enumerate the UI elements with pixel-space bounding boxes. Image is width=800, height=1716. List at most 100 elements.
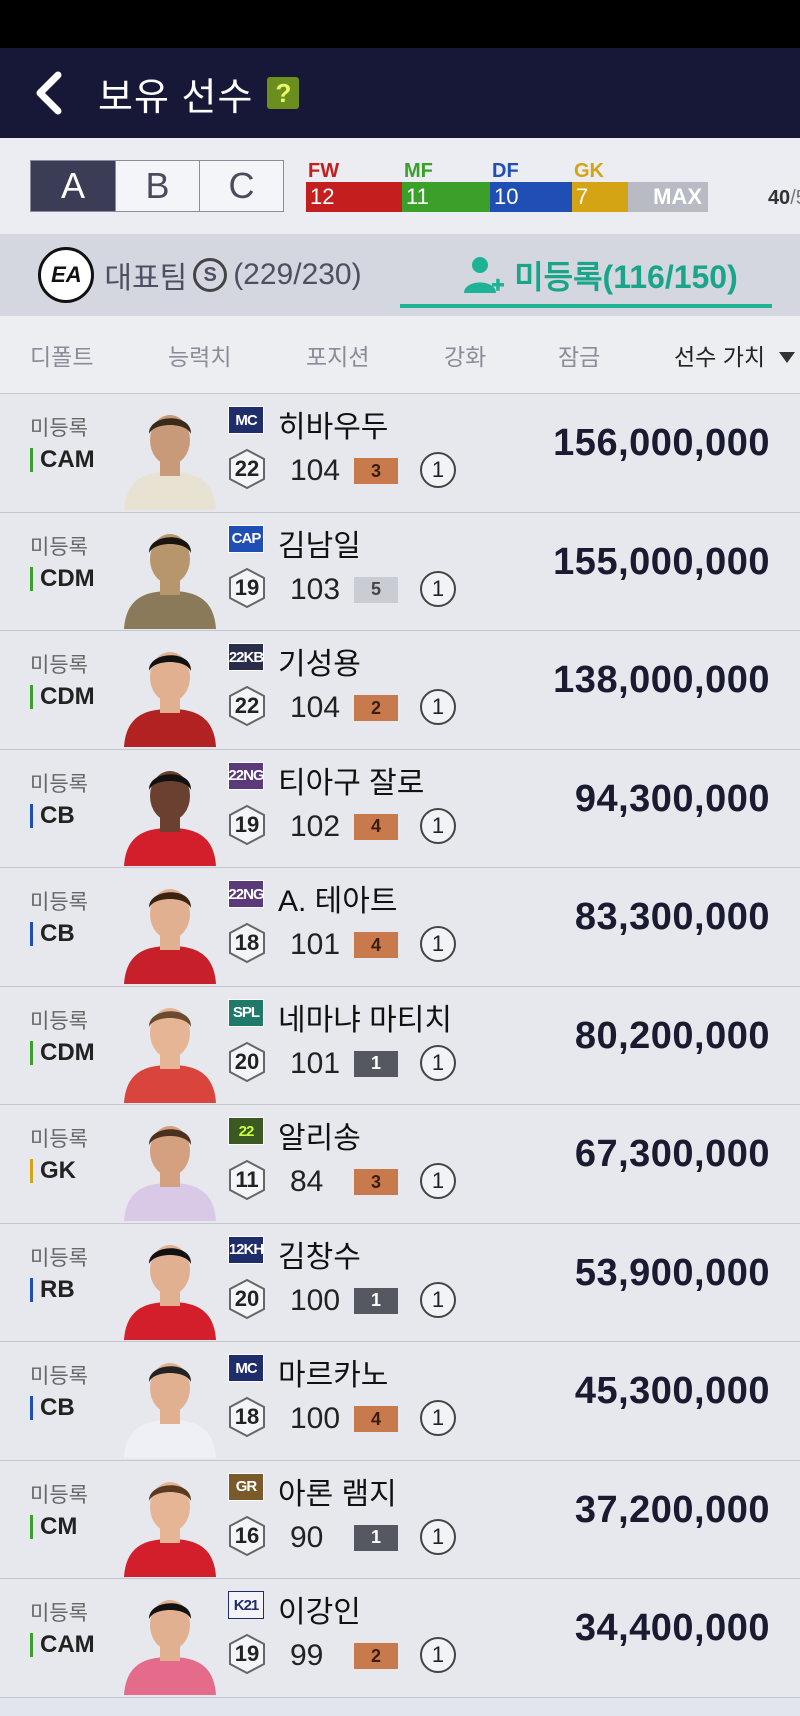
table-row[interactable]: 미등록 CDM 22KB 기성용 22 104 2 1 138,000,000 [0, 631, 800, 750]
s-badge-icon: S [193, 258, 228, 292]
player-age: 20 [234, 1048, 260, 1074]
season-badge: MC [228, 1354, 264, 1382]
player-name: 히바우두 [278, 411, 389, 444]
sort-lock[interactable]: 잠금 [558, 338, 600, 372]
age-hexagon: 20 [228, 1278, 266, 1320]
ea-logo-icon: EA [38, 247, 95, 303]
sort-desc-icon [779, 352, 795, 363]
squad-slot-tabs: A B C [30, 160, 284, 212]
table-row[interactable]: 미등록 CB MC 마르카노 18 100 4 1 45,300,000 [0, 1342, 800, 1461]
position-label-mf: MF [404, 160, 433, 182]
level-circle: 1 [420, 689, 456, 725]
position-label-gk: GK [574, 160, 604, 182]
player-value: 37,200,000 [574, 1488, 770, 1531]
player-value: 80,200,000 [574, 1014, 770, 1057]
enhance-level-badge: 4 [354, 1406, 398, 1432]
squad-slot-b[interactable]: B [115, 161, 199, 211]
enhance-level-badge: 3 [354, 458, 398, 484]
player-name: 김창수 [278, 1240, 361, 1274]
player-photo [118, 1230, 222, 1340]
position-count-mf: 11 [402, 182, 490, 212]
player-name: 알리송 [278, 1122, 361, 1155]
player-photo [118, 1111, 222, 1221]
player-age: 18 [234, 1404, 260, 1429]
player-value: 83,300,000 [574, 896, 770, 938]
player-ovr: 99 [290, 1639, 324, 1672]
enhance-level-badge: 5 [354, 576, 398, 603]
level-circle: 1 [420, 1518, 456, 1555]
table-row[interactable]: 미등록 RB 12KH 김창수 20 100 1 1 53,900,000 [0, 1223, 800, 1342]
squad-selector: A B C FW MF DF GK 1211107MAX 40/50 [0, 138, 800, 234]
player-ovr: 90 [290, 1520, 324, 1554]
sort-ability[interactable]: 능력치 [168, 338, 231, 372]
player-position: CB [30, 802, 75, 830]
player-ovr: 101 [290, 928, 341, 961]
table-row[interactable]: 미등록 CB 22NG A. 테아트 18 101 4 1 83,300,000 [0, 868, 800, 987]
tab-main-team-count: (229/230) [233, 258, 362, 291]
player-age: 20 [234, 1285, 260, 1311]
player-name: 마르카노 [278, 1359, 389, 1392]
tab-main-team[interactable]: EA 대표팀 S (229/230) [0, 234, 400, 316]
squad-slot-c[interactable]: C [199, 161, 283, 211]
player-photo [118, 1585, 222, 1695]
table-row[interactable]: 미등록 CAM MC 히바우두 22 104 3 1 156,000,000 [0, 394, 800, 513]
top-header: 보유 선수 ? [0, 48, 800, 138]
table-row[interactable]: 미등록 CB 22NG 티아구 잘로 19 102 4 1 94,300,000 [0, 749, 800, 868]
position-count-bar: FW MF DF GK 1211107MAX 40/50 [306, 160, 800, 212]
season-badge: SPL [228, 998, 264, 1027]
player-value: 155,000,000 [553, 540, 770, 583]
player-position: CDM [30, 683, 95, 711]
player-ovr: 101 [290, 1046, 341, 1080]
player-value: 45,300,000 [574, 1370, 770, 1412]
level-circle: 1 [420, 1163, 456, 1199]
age-hexagon: 19 [228, 804, 266, 846]
player-position: CDM [30, 1039, 95, 1067]
age-hexagon: 19 [228, 1633, 266, 1675]
position-count-fw: 12 [306, 182, 402, 212]
level-circle: 1 [420, 1044, 456, 1081]
player-age: 19 [234, 1641, 260, 1666]
player-age: 19 [234, 811, 260, 837]
season-badge: 22NG [228, 880, 265, 908]
enhance-level-badge: 4 [354, 932, 398, 958]
player-name: 김남일 [278, 529, 361, 563]
help-icon[interactable]: ? [267, 77, 300, 109]
player-age: 22 [234, 693, 260, 718]
sort-default[interactable]: 디폴트 [30, 338, 93, 372]
level-circle: 1 [420, 926, 456, 962]
season-badge: 12KH [228, 1235, 264, 1264]
sort-enhance[interactable]: 강화 [444, 338, 486, 372]
age-hexagon: 18 [228, 1396, 266, 1438]
level-circle: 1 [420, 1400, 456, 1436]
player-photo [118, 637, 222, 747]
season-badge: 22 [228, 1117, 264, 1145]
squad-slot-a[interactable]: A [31, 161, 115, 211]
position-label-fw: FW [308, 160, 340, 182]
registration-status: 미등록 [30, 1365, 88, 1388]
player-position: CDM [30, 565, 95, 593]
player-position: GK [30, 1157, 76, 1185]
level-circle: 1 [420, 1281, 456, 1318]
tab-unregistered[interactable]: 미등록(116/150) [400, 234, 800, 316]
table-row[interactable]: 미등록 CDM SPL 네마냐 마티치 20 101 1 1 80,200,00… [0, 986, 800, 1105]
sort-bar: 디폴트 능력치 포지션 강화 잠금 선수 가치 [0, 316, 800, 394]
table-row[interactable]: 미등록 CDM CAP 김남일 19 103 5 1 155,000,000 [0, 512, 800, 631]
table-row[interactable]: 미등록 CAM K21 이강인 19 99 2 1 34,400,000 [0, 1579, 800, 1698]
sort-value[interactable]: 선수 가치 [674, 338, 765, 372]
table-row[interactable]: 미등록 CM GR 아론 램지 16 90 1 1 37,200,000 [0, 1460, 800, 1579]
player-ovr: 100 [290, 1283, 341, 1317]
position-count-df: 10 [490, 182, 572, 212]
back-button[interactable] [34, 68, 74, 118]
player-position: CB [30, 1394, 75, 1422]
age-hexagon: 20 [228, 1041, 266, 1083]
registration-status: 미등록 [30, 1246, 88, 1270]
player-value: 67,300,000 [574, 1133, 770, 1175]
position-count-gk: 7 [572, 182, 628, 212]
position-label-df: DF [492, 160, 519, 182]
season-badge: MC [228, 406, 264, 434]
table-row[interactable]: 미등록 GK 22 알리송 11 84 3 1 67,300,000 [0, 1105, 800, 1224]
age-hexagon: 18 [228, 922, 266, 964]
player-value: 53,900,000 [574, 1251, 770, 1294]
sort-position[interactable]: 포지션 [306, 338, 369, 372]
enhance-level-badge: 4 [354, 813, 398, 840]
